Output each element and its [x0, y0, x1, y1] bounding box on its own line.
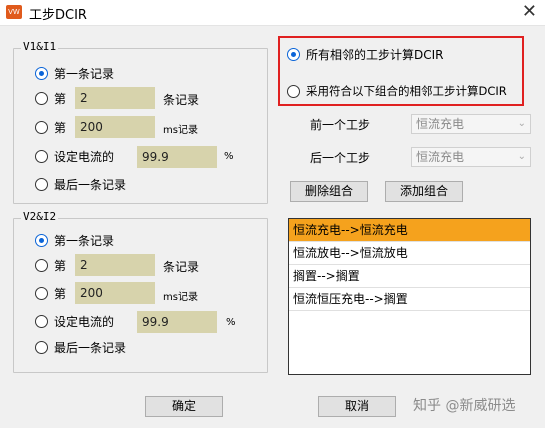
chevron-down-icon: ⌄: [517, 151, 526, 162]
radio-icon[interactable]: [35, 120, 48, 134]
g1-option-first-label: 第一条记录: [54, 66, 115, 81]
prev-step-select[interactable]: 恒流充电 ⌄: [411, 114, 531, 134]
mode-option-all-label: 所有相邻的工步计算DCIR: [306, 47, 444, 62]
next-step-value: 恒流充电: [416, 150, 465, 164]
list-item[interactable]: 搁置-->搁置: [289, 265, 530, 288]
app-icon: VW: [6, 5, 22, 19]
g1-option-first-record[interactable]: 第一条记录: [35, 64, 114, 82]
group-label-v2-i2: V2&I2: [21, 210, 59, 223]
g1-option-last-label: 最后一条记录: [54, 177, 127, 192]
list-item[interactable]: 恒流放电-->恒流放电: [289, 242, 530, 265]
prev-step-label: 前一个工步: [310, 118, 371, 132]
title-bar: VW 工步DCIR ✕: [0, 0, 545, 26]
radio-icon[interactable]: [35, 91, 48, 105]
g1-ms-unit: ms记录: [163, 125, 198, 136]
list-item[interactable]: 恒流充电-->恒流充电: [289, 219, 530, 242]
combination-list[interactable]: 恒流充电-->恒流充电 恒流放电-->恒流放电 搁置-->搁置 恒流恒压充电--…: [288, 218, 531, 375]
g1-record-number-input[interactable]: 2: [75, 87, 155, 109]
ok-button[interactable]: 确定: [145, 396, 223, 417]
radio-icon[interactable]: [35, 233, 48, 247]
g1-record-unit: 条记录: [163, 93, 200, 107]
radio-icon[interactable]: [35, 286, 48, 300]
g2-option-last-label: 最后一条记录: [54, 340, 127, 355]
next-step-select[interactable]: 恒流充电 ⌄: [411, 147, 531, 167]
g2-option-ms-label: 第: [54, 286, 67, 301]
g1-option-nth-label: 第: [54, 91, 67, 106]
cancel-button[interactable]: 取消: [318, 396, 396, 417]
radio-icon[interactable]: [35, 340, 48, 354]
g1-option-ms-label: 第: [54, 120, 67, 135]
mode-option-combination-label: 采用符合以下组合的相邻工步计算DCIR: [306, 84, 507, 98]
g2-option-ms-record[interactable]: 第: [35, 284, 66, 302]
g1-current-unit: %: [224, 151, 234, 162]
g1-option-ms-record[interactable]: 第: [35, 118, 66, 136]
g2-current-input[interactable]: 99.9: [137, 311, 217, 333]
group-label-v1-i1: V1&I1: [21, 40, 59, 53]
radio-icon[interactable]: [287, 84, 300, 98]
g2-ms-input[interactable]: 200: [75, 282, 155, 304]
g2-option-first-record[interactable]: 第一条记录: [35, 231, 114, 249]
g2-option-nth-label: 第: [54, 258, 67, 273]
g2-record-unit: 条记录: [163, 260, 200, 274]
g1-option-current[interactable]: 设定电流的: [35, 147, 114, 165]
radio-icon[interactable]: [35, 314, 48, 328]
add-combination-button[interactable]: 添加组合: [385, 181, 463, 202]
g2-option-nth-record[interactable]: 第: [35, 256, 66, 274]
chevron-down-icon: ⌄: [517, 118, 526, 129]
mode-option-all-adjacent[interactable]: 所有相邻的工步计算DCIR: [287, 45, 444, 63]
g2-current-unit: %: [226, 317, 236, 328]
radio-icon[interactable]: [287, 47, 300, 61]
next-step-label: 后一个工步: [310, 151, 371, 165]
g1-option-nth-record[interactable]: 第: [35, 89, 66, 107]
g2-record-number-input[interactable]: 2: [75, 254, 155, 276]
mode-option-combination[interactable]: 采用符合以下组合的相邻工步计算DCIR: [287, 82, 507, 100]
g2-option-last-record[interactable]: 最后一条记录: [35, 338, 126, 356]
radio-icon[interactable]: [35, 177, 48, 191]
g1-ms-input[interactable]: 200: [75, 116, 155, 138]
g2-option-current-label: 设定电流的: [54, 314, 115, 329]
delete-combination-button[interactable]: 删除组合: [290, 181, 368, 202]
g2-ms-unit: ms记录: [163, 292, 198, 303]
g2-option-first-label: 第一条记录: [54, 233, 115, 248]
radio-icon[interactable]: [35, 66, 48, 80]
list-item[interactable]: 恒流恒压充电-->搁置: [289, 288, 530, 311]
radio-icon[interactable]: [35, 149, 48, 163]
g2-option-current[interactable]: 设定电流的: [35, 312, 114, 330]
g1-current-input[interactable]: 99.9: [137, 146, 217, 168]
close-icon[interactable]: ✕: [522, 1, 537, 22]
radio-icon[interactable]: [35, 258, 48, 272]
g1-option-last-record[interactable]: 最后一条记录: [35, 175, 126, 193]
prev-step-value: 恒流充电: [416, 117, 465, 131]
watermark: 知乎 @新威研选: [413, 398, 516, 414]
g1-option-current-label: 设定电流的: [54, 149, 115, 164]
window-title: 工步DCIR: [29, 8, 87, 23]
